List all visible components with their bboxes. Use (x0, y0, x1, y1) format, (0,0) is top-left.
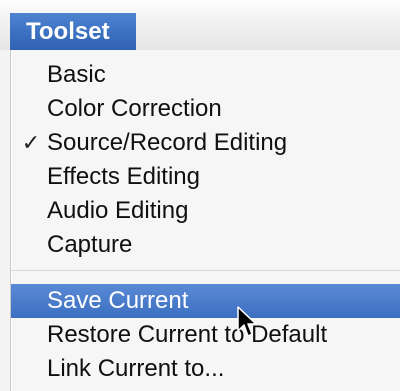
menu-item-label: Save Current (47, 287, 189, 314)
toolset-menu-title[interactable]: Toolset (10, 13, 136, 50)
menu-separator (11, 270, 400, 271)
menu-item-label: Link Current to... (47, 355, 225, 382)
menu-item-label: Color Correction (47, 95, 222, 122)
menu-item-label: Restore Current to Default (47, 321, 328, 348)
menu-item-label: Capture (47, 231, 133, 258)
menu-item-link-current-to[interactable]: Link Current to... (11, 352, 400, 386)
menu-item-label: Audio Editing (47, 197, 189, 224)
checkmark-icon: ✓ (21, 130, 41, 155)
menu-item-source-record-editing[interactable]: ✓ Source/Record Editing (11, 126, 400, 160)
menu-item-audio-editing[interactable]: Audio Editing (11, 194, 400, 228)
menu-item-capture[interactable]: Capture (11, 228, 400, 262)
menu-item-color-correction[interactable]: Color Correction (11, 92, 400, 126)
mouse-pointer-icon (237, 306, 256, 337)
toolset-dropdown-menu: Basic Color Correction ✓ Source/Record E… (10, 50, 400, 391)
menu-item-effects-editing[interactable]: Effects Editing (11, 160, 400, 194)
menu-item-restore-current-to-default[interactable]: Restore Current to Default (11, 318, 400, 352)
menu-item-label: Basic (47, 61, 106, 88)
menu-item-save-current[interactable]: Save Current (11, 284, 400, 318)
menu-item-label: Effects Editing (47, 163, 200, 190)
menu-item-label: Source/Record Editing (47, 129, 288, 156)
menu-item-basic[interactable]: Basic (11, 58, 400, 92)
